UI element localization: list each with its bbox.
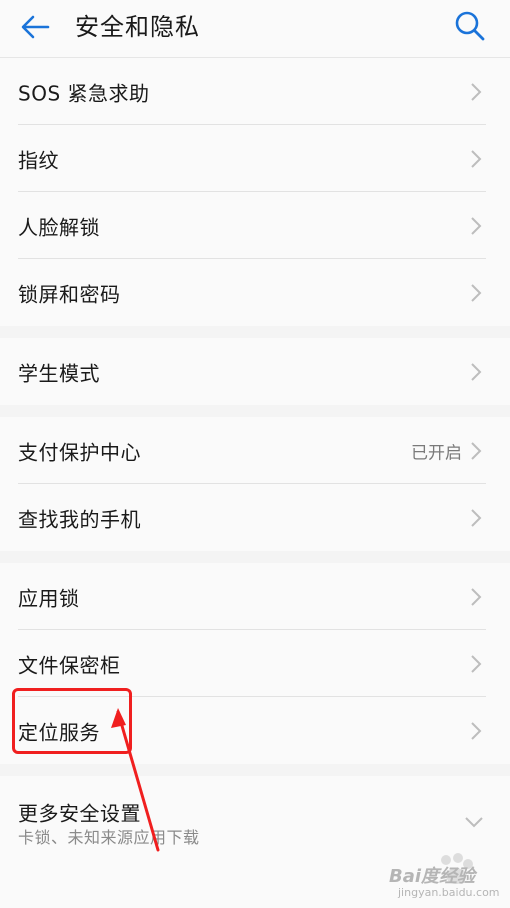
watermark-url: jingyan.baidu.com	[398, 886, 500, 899]
settings-group-student: 学生模式	[0, 338, 510, 405]
settings-item-fingerprint[interactable]: 指纹	[0, 125, 510, 192]
settings-item-label: SOS 紧急求助	[18, 81, 150, 105]
status-value: 已开启	[411, 443, 462, 463]
settings-item-label: 更多安全设置	[18, 801, 141, 826]
chevron-right-icon	[471, 508, 482, 527]
settings-item-lockscreen-password[interactable]: 锁屏和密码	[0, 259, 510, 326]
settings-item-sos[interactable]: SOS 紧急求助	[0, 58, 510, 125]
settings-item-face-unlock[interactable]: 人脸解锁	[0, 192, 510, 259]
chevron-down-icon[interactable]	[464, 816, 484, 828]
chevron-right-icon	[471, 283, 482, 302]
settings-item-app-lock[interactable]: 应用锁	[0, 563, 510, 630]
chevron-right-icon	[471, 149, 482, 168]
chevron-right-icon	[471, 587, 482, 606]
chevron-right-icon	[471, 82, 482, 101]
settings-item-subtitle: 卡锁、未知来源应用下载	[18, 828, 200, 847]
settings-item-label: 支付保护中心	[18, 440, 141, 464]
settings-item-student-mode[interactable]: 学生模式	[0, 338, 510, 405]
settings-item-label: 文件保密柜	[18, 653, 121, 677]
settings-item-label: 应用锁	[18, 586, 80, 610]
settings-group-security: SOS 紧急求助 指纹 人脸解锁 锁屏和密码	[0, 58, 510, 326]
settings-group-payment: 支付保护中心 已开启 查找我的手机	[0, 417, 510, 551]
chevron-right-icon	[471, 721, 482, 740]
chevron-right-icon	[471, 216, 482, 235]
settings-item-label: 学生模式	[18, 361, 100, 385]
settings-item-label: 锁屏和密码	[18, 282, 121, 306]
settings-item-label: 指纹	[18, 148, 59, 172]
chevron-right-icon	[471, 441, 482, 460]
watermark-text: Bai度经验	[389, 866, 476, 887]
settings-item-file-safe[interactable]: 文件保密柜	[0, 630, 510, 697]
back-arrow-icon[interactable]	[18, 10, 52, 44]
search-icon[interactable]	[453, 9, 487, 43]
settings-item-label: 人脸解锁	[18, 215, 100, 239]
page-title: 安全和隐私	[75, 13, 200, 41]
settings-item-payment-protection[interactable]: 支付保护中心 已开启	[0, 417, 510, 484]
chevron-right-icon	[471, 362, 482, 381]
app-header: 安全和隐私	[0, 0, 510, 58]
chevron-right-icon	[471, 654, 482, 673]
settings-item-label: 查找我的手机	[18, 507, 141, 531]
highlight-box	[12, 688, 132, 754]
settings-item-find-my-phone[interactable]: 查找我的手机	[0, 484, 510, 551]
